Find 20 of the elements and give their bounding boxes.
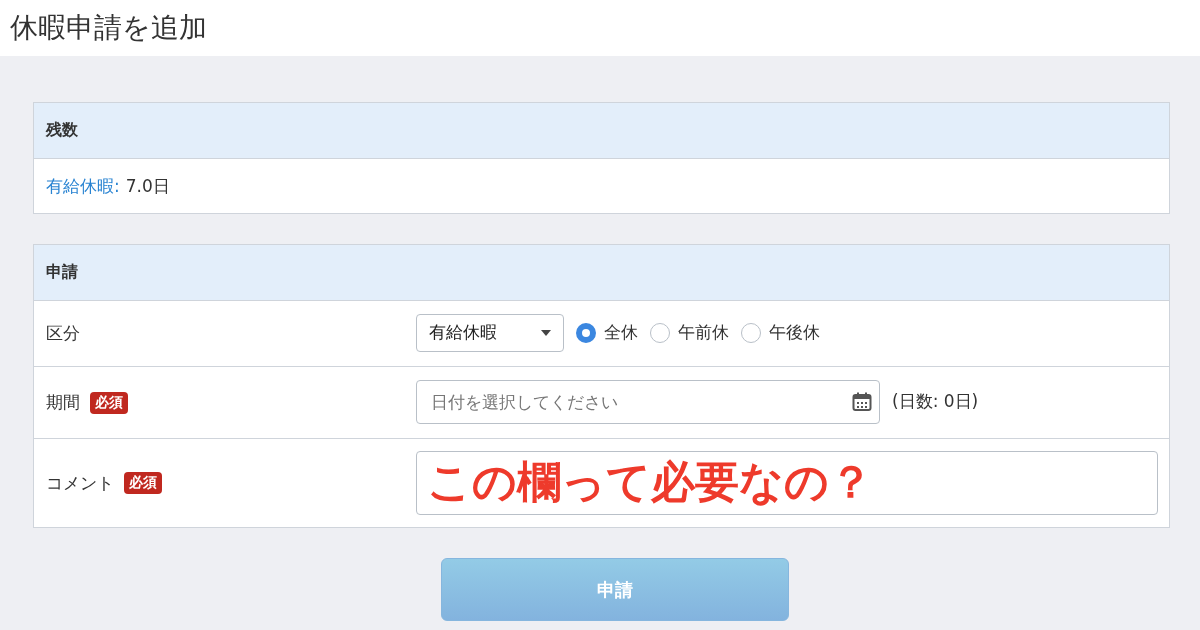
date-field[interactable]: 日付を選択してください: [416, 379, 880, 424]
required-badge: 必須: [90, 391, 128, 414]
caret-icon: [541, 329, 551, 336]
radio-option[interactable]: 午前休: [650, 321, 729, 344]
radio-option[interactable]: 午後休: [741, 321, 820, 344]
page-title: 休暇申請を追加: [10, 10, 207, 46]
radio-option[interactable]: 全休: [576, 321, 638, 344]
field-label: 区分: [46, 322, 80, 345]
field-label: 期間: [46, 391, 80, 414]
calendar-icon: [852, 391, 872, 412]
leave-balance: 7.0日: [125, 174, 170, 198]
leave-type-dropdown[interactable]: 有給休暇: [416, 313, 564, 352]
leave-type-label: 有給休暇:: [46, 174, 120, 198]
day-count: (日数: 0日): [892, 390, 979, 413]
field-label: コメント: [46, 471, 114, 495]
comment-field[interactable]: この欄って必要なの？: [416, 451, 1158, 515]
annotation-text: この欄って必要なの？: [427, 455, 873, 509]
panel-heading: 申請: [34, 245, 1169, 301]
required-badge: 必須: [124, 472, 162, 494]
panel-heading: 残数: [34, 103, 1169, 159]
